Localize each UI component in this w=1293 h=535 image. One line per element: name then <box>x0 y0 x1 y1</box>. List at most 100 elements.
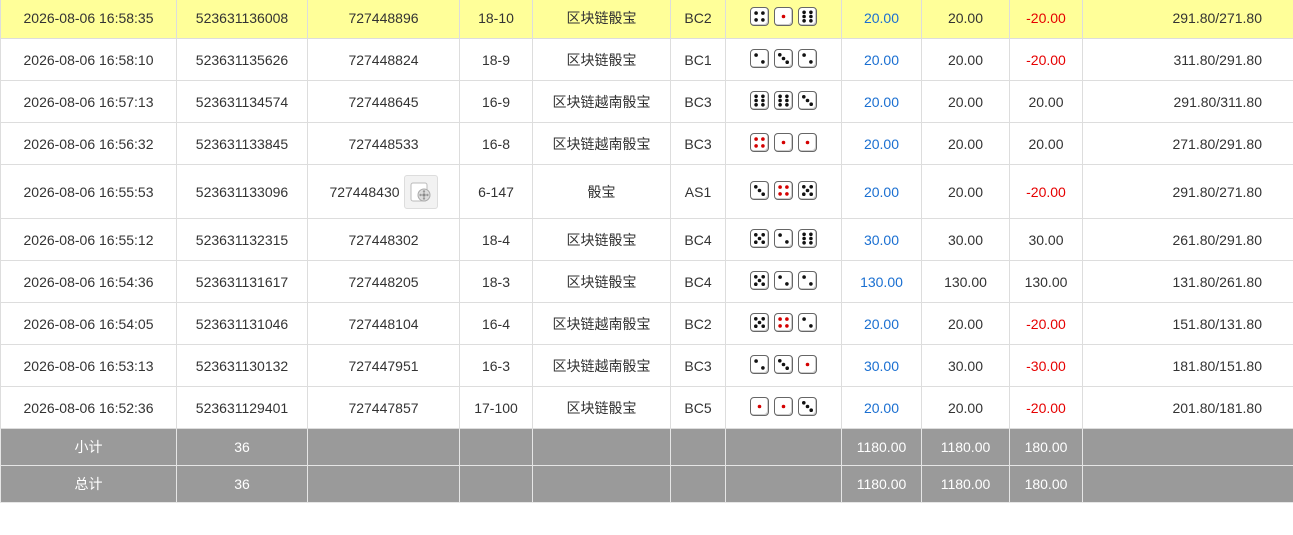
win-loss: 20.00 <box>1009 80 1083 123</box>
dice-4-icon <box>774 312 793 332</box>
win-loss: 130.00 <box>1009 260 1083 303</box>
dice-2-icon <box>750 48 769 68</box>
table-row: 2026-08-06 16:58:35 523631136008 7274488… <box>0 0 1293 39</box>
order-number: 523631134574 <box>176 80 308 123</box>
dice-6-icon <box>774 90 793 110</box>
dice-3-icon <box>798 396 817 416</box>
valid-bet: 30.00 <box>921 218 1010 261</box>
win-loss: 20.00 <box>1009 122 1083 165</box>
room-code: AS1 <box>670 164 726 219</box>
dice-2-icon <box>750 354 769 374</box>
summary-label: 总计 <box>0 465 177 503</box>
balance-before-after: 311.80/291.80 <box>1082 38 1293 81</box>
summary-count: 36 <box>176 428 308 466</box>
table-row: 2026-08-06 16:56:32 523631133845 7274485… <box>0 122 1293 165</box>
summary-label: 小计 <box>0 428 177 466</box>
issue-number: 727448824 <box>348 51 419 68</box>
game-name: 区块链骰宝 <box>532 218 671 261</box>
balance-before-after: 201.80/181.80 <box>1082 386 1293 429</box>
game-name: 区块链骰宝 <box>532 38 671 81</box>
table-row: 2026-08-06 16:54:05 523631131046 7274481… <box>0 302 1293 345</box>
bet-time: 2026-08-06 16:56:32 <box>0 122 177 165</box>
valid-bet: 20.00 <box>921 38 1010 81</box>
order-number: 523631133845 <box>176 122 308 165</box>
valid-bet: 20.00 <box>921 0 1010 39</box>
video-replay-icon[interactable] <box>403 174 438 209</box>
issue-number: 727448896 <box>348 9 419 26</box>
bet-amount: 20.00 <box>841 0 922 39</box>
table-shoe: 18-4 <box>459 218 533 261</box>
summary-win: 180.00 <box>1009 428 1083 466</box>
bet-time: 2026-08-06 16:58:35 <box>0 0 177 39</box>
win-loss: -20.00 <box>1009 38 1083 81</box>
order-number: 523631132315 <box>176 218 308 261</box>
game-name: 骰宝 <box>532 164 671 219</box>
table-shoe: 16-9 <box>459 80 533 123</box>
issue-cell: 727448533 <box>307 122 460 165</box>
order-number: 523631131617 <box>176 260 308 303</box>
room-code: BC5 <box>670 386 726 429</box>
dice-result <box>725 302 842 345</box>
bet-time: 2026-08-06 16:55:53 <box>0 164 177 219</box>
bet-time: 2026-08-06 16:52:36 <box>0 386 177 429</box>
valid-bet: 20.00 <box>921 302 1010 345</box>
total-row: 总计 36 1180.00 1180.00 180.00 <box>0 465 1293 503</box>
game-name: 区块链越南骰宝 <box>532 302 671 345</box>
dice-5-icon <box>750 228 769 248</box>
bet-amount: 20.00 <box>841 38 922 81</box>
room-code: BC3 <box>670 80 726 123</box>
room-code: BC4 <box>670 260 726 303</box>
dice-3-icon <box>774 48 793 68</box>
order-number: 523631130132 <box>176 344 308 387</box>
dice-result <box>725 164 842 219</box>
room-code: BC2 <box>670 302 726 345</box>
balance-before-after: 291.80/271.80 <box>1082 164 1293 219</box>
bet-amount: 130.00 <box>841 260 922 303</box>
dice-result <box>725 0 842 39</box>
bet-amount: 20.00 <box>841 80 922 123</box>
subtotal-row: 小计 36 1180.00 1180.00 180.00 <box>0 428 1293 466</box>
table-shoe: 16-8 <box>459 122 533 165</box>
bet-amount: 30.00 <box>841 344 922 387</box>
dice-1-icon <box>774 6 793 26</box>
balance-before-after: 271.80/291.80 <box>1082 122 1293 165</box>
bet-time: 2026-08-06 16:58:10 <box>0 38 177 81</box>
issue-cell: 727447951 <box>307 344 460 387</box>
summary-bet: 1180.00 <box>841 465 922 503</box>
issue-cell: 727448205 <box>307 260 460 303</box>
room-code: BC1 <box>670 38 726 81</box>
table-body: 2026-08-06 16:58:35 523631136008 7274488… <box>0 0 1293 503</box>
room-code: BC4 <box>670 218 726 261</box>
order-number: 523631135626 <box>176 38 308 81</box>
issue-number: 727448104 <box>348 315 419 332</box>
room-code: BC3 <box>670 122 726 165</box>
issue-number: 727448302 <box>348 231 419 248</box>
dice-2-icon <box>774 270 793 290</box>
dice-5-icon <box>750 312 769 332</box>
issue-number: 727448430 <box>329 183 400 200</box>
issue-number: 727448645 <box>348 93 419 110</box>
dice-6-icon <box>750 90 769 110</box>
issue-number: 727447951 <box>348 357 419 374</box>
dice-6-icon <box>798 228 817 248</box>
valid-bet: 130.00 <box>921 260 1010 303</box>
bet-amount: 20.00 <box>841 386 922 429</box>
room-code: BC2 <box>670 0 726 39</box>
dice-5-icon <box>750 270 769 290</box>
dice-result <box>725 260 842 303</box>
dice-3-icon <box>750 180 769 200</box>
dice-result <box>725 386 842 429</box>
issue-cell: 727448824 <box>307 38 460 81</box>
dice-5-icon <box>798 180 817 200</box>
dice-1-icon <box>798 354 817 374</box>
valid-bet: 20.00 <box>921 164 1010 219</box>
dice-3-icon <box>774 354 793 374</box>
dice-result <box>725 38 842 81</box>
dice-6-icon <box>798 6 817 26</box>
table-row: 2026-08-06 16:58:10 523631135626 7274488… <box>0 38 1293 81</box>
table-shoe: 18-9 <box>459 38 533 81</box>
balance-before-after: 131.80/261.80 <box>1082 260 1293 303</box>
bet-time: 2026-08-06 16:55:12 <box>0 218 177 261</box>
room-code: BC3 <box>670 344 726 387</box>
game-name: 区块链越南骰宝 <box>532 344 671 387</box>
